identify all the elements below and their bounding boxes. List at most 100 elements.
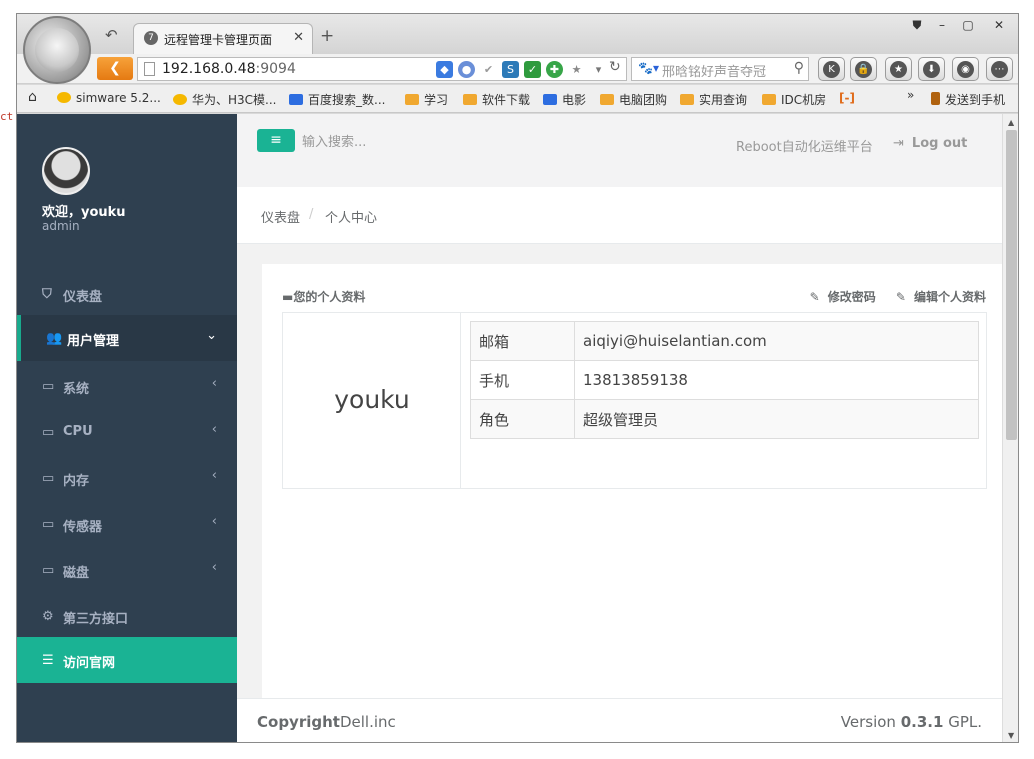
url-text[interactable]: 192.168.0.48:9094: [162, 61, 296, 77]
back-button[interactable]: ❮: [97, 57, 133, 80]
toggle-sidebar-button[interactable]: ≡: [257, 129, 295, 152]
hdd-icon: ▭: [42, 563, 55, 578]
sidebar-item-disk[interactable]: ▭ 磁盘 ‹: [17, 547, 237, 593]
scrollbar-thumb[interactable]: [1006, 130, 1017, 440]
new-tab-icon[interactable]: +: [320, 26, 334, 46]
skin-icon[interactable]: ⛊: [906, 16, 928, 34]
user-account-button[interactable]: K: [818, 57, 845, 81]
check-icon[interactable]: ✔: [480, 61, 497, 78]
platform-name: Reboot自动化运维平台: [736, 140, 873, 155]
table-row: 手机 13813859138: [470, 360, 979, 400]
sidebar-item-dashboard[interactable]: ⛉ 仪表盘: [17, 271, 237, 317]
baidu-paw-icon: [543, 94, 557, 105]
maximize-icon[interactable]: ▢: [957, 16, 979, 34]
orange-link-icon[interactable]: [-]: [839, 91, 855, 105]
phone-icon: [931, 92, 940, 105]
chevron-left-icon: ‹: [211, 514, 217, 529]
download-button[interactable]: ⬇: [918, 57, 945, 81]
download-icon: ⬇: [923, 61, 940, 78]
welcome-text: 欢迎，youku: [42, 205, 126, 220]
close-window-icon[interactable]: ✕: [988, 16, 1010, 34]
favorite-star-icon[interactable]: ★: [568, 61, 585, 78]
bookmark-item[interactable]: 电影: [543, 91, 586, 108]
security-shield-icon[interactable]: ✓: [524, 61, 541, 78]
minimize-icon[interactable]: –: [931, 16, 953, 34]
bookmark-item[interactable]: simware 5.2...: [57, 91, 161, 105]
role-value: 超级管理员: [574, 399, 979, 439]
chevron-left-icon: ‹: [211, 468, 217, 483]
reload-icon[interactable]: ↻: [609, 59, 621, 75]
user-role: admin: [42, 219, 80, 233]
sidebar-item-label: 仪表盘: [63, 290, 103, 305]
send-to-phone-button[interactable]: 发送到手机: [931, 91, 1005, 108]
desktop-background: ct: [0, 0, 16, 759]
s-plugin-icon[interactable]: S: [502, 61, 519, 78]
sidebar-item-cpu[interactable]: ▭ CPU ‹: [17, 409, 237, 455]
page-content: 欢迎，youku admin ⛉ 仪表盘 👥 用户管理 ⌄ ▭ 系统 ‹ ▭ C…: [17, 114, 1002, 742]
favorites-button[interactable]: ★: [885, 57, 912, 81]
folder-icon: [680, 94, 694, 105]
close-tab-icon[interactable]: ✕: [293, 30, 304, 45]
username-display: youku: [334, 385, 410, 414]
sidebar-item-official-site[interactable]: ☰ 访问官网: [17, 637, 237, 683]
page-scrollbar[interactable]: ▲ ▼: [1002, 114, 1018, 742]
bookmark-folder[interactable]: 学习: [405, 91, 448, 108]
bookmark-item[interactable]: 华为、H3C模...: [173, 91, 276, 108]
sidebar-item-user-management[interactable]: 👥 用户管理 ⌄: [17, 315, 237, 361]
sidebar-item-memory[interactable]: ▭ 内存 ‹: [17, 455, 237, 501]
edit-profile-link[interactable]: ✎ 编辑个人资料: [888, 290, 986, 304]
tab-remote-management[interactable]: 7 远程管理卡管理页面 ✕: [133, 23, 313, 54]
profile-info-frame: youku 邮箱 aiqiyi@huiselantian.com 手机 1381…: [282, 312, 987, 489]
breadcrumb-dashboard[interactable]: 仪表盘: [261, 207, 300, 226]
copyright: CopyrightDell.inc: [257, 713, 396, 731]
hdd-icon: ▭: [42, 425, 55, 440]
phone-value: 13813859138: [574, 360, 979, 400]
address-bar[interactable]: 192.168.0.48:9094 ◆ ● ✔ S ✓ ✚ ★ ▾: [137, 57, 627, 81]
search-icon[interactable]: ⚲: [794, 60, 804, 76]
lock-button[interactable]: 🔒: [850, 57, 877, 81]
lock-icon: 🔒: [855, 61, 872, 78]
sidebar-item-label: 第三方接口: [63, 612, 129, 627]
folder-icon: [600, 94, 614, 105]
speed-mode-icon[interactable]: ●: [458, 61, 475, 78]
bookmark-folder[interactable]: 实用查询: [680, 91, 747, 108]
more-icon: ⋯: [991, 61, 1008, 78]
bookmarks-overflow-icon[interactable]: »: [907, 88, 914, 102]
change-password-link[interactable]: ✎ 修改密码: [802, 290, 876, 304]
dropdown-arrow-icon[interactable]: ▾: [590, 61, 607, 78]
games-button[interactable]: ◉: [952, 57, 979, 81]
avatar[interactable]: [42, 147, 90, 195]
bookmark-folder[interactable]: 软件下载: [463, 91, 530, 108]
scroll-down-icon[interactable]: ▼: [1008, 731, 1014, 740]
folder-icon: [405, 94, 419, 105]
search-input[interactable]: [302, 132, 482, 152]
bookmark-folder[interactable]: IDC机房: [762, 91, 826, 108]
sidebar-item-label: 系统: [63, 382, 90, 397]
chevron-left-icon: ‹: [211, 376, 217, 391]
sidebar-item-third-party-api[interactable]: ⚙ 第三方接口: [17, 593, 237, 639]
bookmark-item[interactable]: 百度搜索_数...: [289, 91, 385, 108]
sidebar-item-system[interactable]: ▭ 系统 ‹: [17, 363, 237, 409]
username-cell: youku: [283, 313, 461, 488]
edit-icon: ✎: [809, 290, 820, 304]
sidebar-item-label: 内存: [63, 474, 90, 489]
compat-mode-icon[interactable]: ◆: [436, 61, 453, 78]
hdd-icon: ▭: [42, 379, 55, 394]
browser-logo-icon[interactable]: [23, 16, 91, 84]
undo-close-tab-icon[interactable]: ↶: [105, 26, 118, 44]
panel-title: ▬您的个人资料: [282, 290, 366, 304]
edit-icon: ✎: [895, 290, 906, 304]
sidebar-item-sensors[interactable]: ▭ 传感器 ‹: [17, 501, 237, 547]
baidu-search-engine-icon[interactable]: 🐾▾: [638, 61, 659, 75]
folder-icon: [762, 94, 776, 105]
sidebar-item-label: 磁盘: [63, 566, 90, 581]
scroll-up-icon[interactable]: ▲: [1008, 118, 1014, 127]
search-box[interactable]: 🐾▾ 邢晗铭好声音夺冠 ⚲: [631, 57, 809, 81]
sidebar: 欢迎，youku admin ⛉ 仪表盘 👥 用户管理 ⌄ ▭ 系统 ‹ ▭ C…: [17, 114, 237, 742]
tab-favicon-icon: 7: [144, 31, 158, 45]
home-icon[interactable]: ⌂: [28, 89, 37, 105]
menu-button[interactable]: ⋯: [986, 57, 1013, 81]
logout-link[interactable]: ⇥ Log out: [893, 136, 967, 151]
bookmark-folder[interactable]: 电脑团购: [600, 91, 667, 108]
green-plugin-icon[interactable]: ✚: [546, 61, 563, 78]
